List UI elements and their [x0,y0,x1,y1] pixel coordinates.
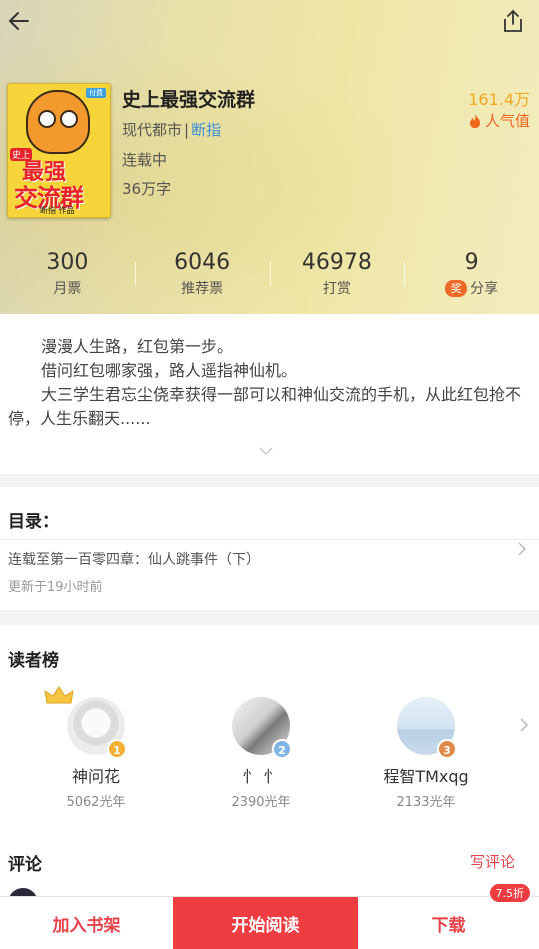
reader-leaderboard: 读者榜 1 神问花 5062光年 2 忄 忄 2390光年 3 程智TMxqg … [0,625,539,833]
avatar: 2 [232,697,292,759]
avatar: 3 [397,697,457,759]
comments-section: 评论 写评论 [0,830,539,918]
reader-name: 神问花 [71,767,120,786]
reader-points: 2390光年 [231,795,291,810]
reader-name: 忄 忄 [242,767,280,786]
popularity-value: 161.4万 [468,90,530,109]
share-icon[interactable] [501,8,525,34]
write-comment-button[interactable]: 写评论 [470,851,515,872]
stat-value: 46978 [301,250,372,275]
chevron-down-icon[interactable] [258,446,274,456]
catalog-section[interactable]: 目录： 连载至第一百零四章：仙人跳事件（下） 更新于19小时前 [0,487,539,610]
stat-value: 6046 [174,250,231,275]
stat-label: 月票 [53,281,82,297]
genre-separator: | [184,121,190,139]
bottom-action-bar: 加入书架 开始阅读 下载 7.5折 [0,883,539,949]
add-to-shelf-button[interactable]: 加入书架 [0,897,173,949]
reader-item[interactable]: 1 神问花 5062光年 [36,697,156,810]
stat-recommend-ticket[interactable]: 6046 推荐票 [134,250,270,302]
divider [0,539,539,540]
cover-badge: 付费 [86,88,106,98]
synopsis-line: 大三学生君忘尘侥幸获得一部可以和神仙交流的手机，从此红包抢不停，人生乐翻天...… [8,385,522,428]
chevron-right-icon[interactable] [519,717,529,733]
update-time: 更新于19小时前 [8,580,103,595]
cover-author: 断指 作品 [40,206,75,215]
stat-label: 推荐票 [181,281,224,297]
flame-icon [469,113,480,128]
word-count: 36万字 [122,180,172,198]
cover-cat-illustration [26,90,90,154]
stat-reward[interactable]: 46978 打赏 [269,250,405,302]
rank-medal-icon: 2 [272,739,292,759]
book-title: 史上最强交流群 [122,89,256,111]
stat-monthly-ticket[interactable]: 300 月票 [0,250,135,302]
back-arrow-icon[interactable] [6,8,32,34]
stats-row: 300 月票 6046 推荐票 46978 打赏 9 奖 分享 [0,250,539,302]
rank-medal-icon: 1 [107,739,127,759]
catalog-heading: 目录： [8,512,59,532]
latest-chapter[interactable]: 连载至第一百零四章：仙人跳事件（下） [8,549,260,569]
book-header: 付费 史上 最强 交流群 断指 作品 史上最强交流群 现代都市 | 断指 连载中 3… [0,0,539,314]
book-cover[interactable]: 付费 史上 最强 交流群 断指 作品 [7,83,111,218]
synopsis-line: 借问红包哪家强，路人遥指神仙机。 [41,361,298,380]
reader-name: 程智TMxqg [383,767,469,786]
serial-status: 连载中 [122,151,168,169]
avatar: 1 [67,697,127,759]
rank-medal-icon: 3 [437,739,457,759]
popularity-label: 人气值 [468,110,530,131]
discount-badge: 7.5折 [488,883,531,903]
chevron-right-icon[interactable] [517,541,527,557]
reader-item[interactable]: 3 程智TMxqg 2133光年 [366,697,486,810]
synopsis-line: 漫漫人生路，红包第一步。 [41,337,234,356]
leaderboard-heading: 读者榜 [8,651,59,671]
book-genre-row: 现代都市 | 断指 [122,119,221,140]
reader-item[interactable]: 2 忄 忄 2390光年 [201,697,321,810]
start-reading-button[interactable]: 开始阅读 [173,897,358,949]
reader-points: 2133光年 [396,795,456,810]
stat-share[interactable]: 9 奖 分享 [404,250,539,302]
genre-label[interactable]: 现代都市 [122,121,182,139]
stat-value: 300 [46,250,89,275]
download-button[interactable]: 下载 7.5折 [358,883,539,949]
author-link[interactable]: 断指 [191,121,221,139]
reader-points: 5062光年 [66,795,126,810]
stat-label: 打赏 [322,281,351,297]
download-label: 下载 [431,916,466,936]
stat-label: 奖 分享 [445,278,498,298]
popularity-label-text: 人气值 [484,112,530,130]
stat-value: 9 [464,250,479,275]
comments-heading: 评论 [8,855,42,875]
reward-badge-icon: 奖 [445,279,468,297]
